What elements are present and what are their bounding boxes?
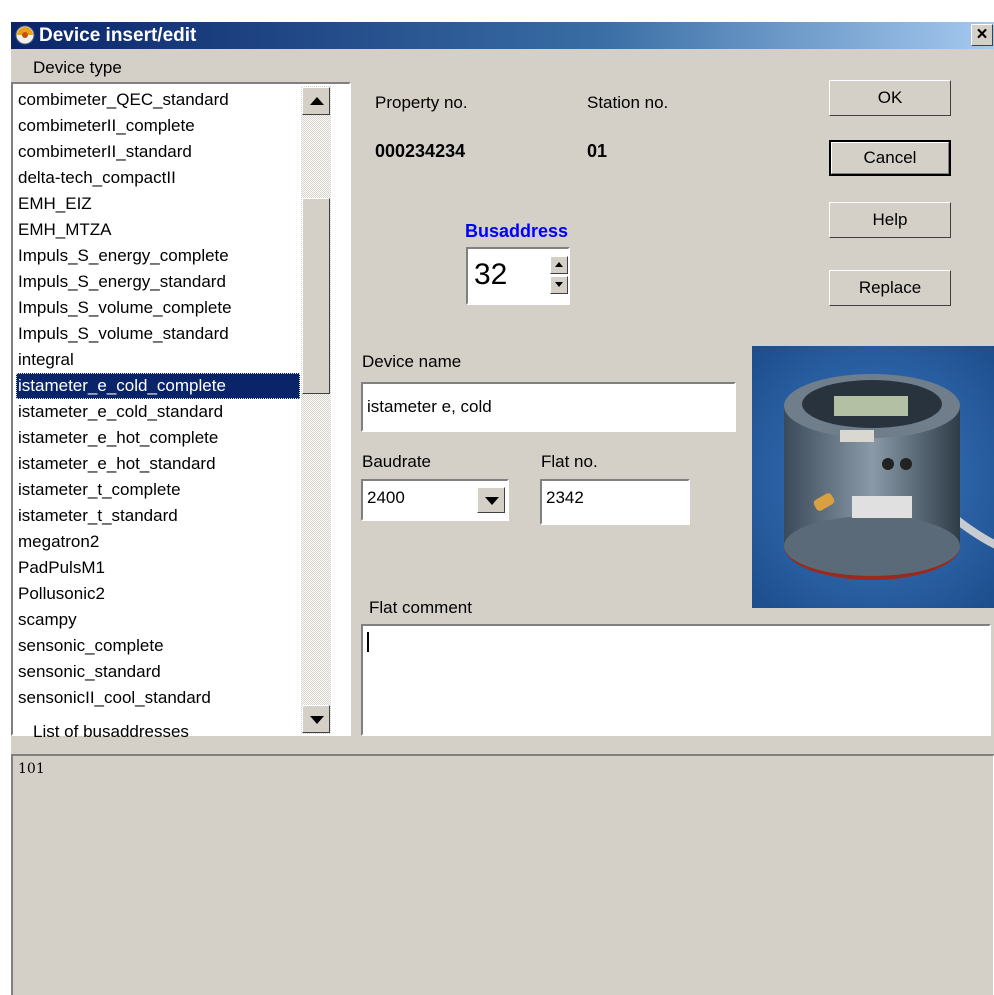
device-type-item[interactable]: sensonic_standard xyxy=(16,659,300,685)
close-button[interactable]: × xyxy=(971,24,993,46)
device-list-scrollbar[interactable] xyxy=(301,86,331,734)
flat-comment-field[interactable] xyxy=(361,624,991,736)
arrow-up-icon xyxy=(310,97,324,105)
baudrate-select[interactable]: 2400 xyxy=(361,479,509,521)
device-type-item[interactable]: megatron2 xyxy=(16,529,300,555)
device-type-item[interactable]: EMH_MTZA xyxy=(16,217,300,243)
device-type-item[interactable]: Impuls_S_energy_standard xyxy=(16,269,300,295)
device-type-item[interactable]: istameter_t_standard xyxy=(16,503,300,529)
close-icon: × xyxy=(976,24,988,45)
device-type-item[interactable]: Impuls_S_volume_standard xyxy=(16,321,300,347)
device-type-item[interactable]: sensonic_complete xyxy=(16,633,300,659)
busaddress-spinner[interactable]: 32 xyxy=(466,247,570,305)
chevron-down-icon xyxy=(485,497,499,505)
device-type-item[interactable]: PadPulsM1 xyxy=(16,555,300,581)
busaddress-listbox[interactable]: 101 xyxy=(11,754,994,995)
arrow-down-icon xyxy=(555,282,563,287)
text-caret xyxy=(367,632,369,652)
device-type-item[interactable]: scampy xyxy=(16,607,300,633)
device-type-item[interactable]: Impuls_S_energy_complete xyxy=(16,243,300,269)
flat-no-value: 2342 xyxy=(546,488,584,507)
device-insert-edit-dialog: Device insert/edit × Device type combime… xyxy=(10,22,994,995)
device-type-item[interactable]: EMH_EIZ xyxy=(16,191,300,217)
busaddress-down-button[interactable] xyxy=(550,276,568,294)
flat-no-field[interactable]: 2342 xyxy=(540,479,690,525)
busaddress-list-item[interactable]: 101 xyxy=(18,760,45,778)
window-title: Device insert/edit xyxy=(39,25,197,46)
property-no-label: Property no. xyxy=(375,93,468,112)
device-type-item[interactable]: istameter_e_cold_standard xyxy=(16,399,300,425)
device-name-value: istameter e, cold xyxy=(367,397,492,416)
baudrate-value: 2400 xyxy=(367,488,405,507)
help-button[interactable]: Help xyxy=(829,202,951,238)
device-type-item[interactable]: combimeter_QEC_standard xyxy=(16,87,300,113)
device-type-item[interactable]: istameter_e_hot_complete xyxy=(16,425,300,451)
busaddress-value[interactable]: 32 xyxy=(474,255,507,295)
device-type-item[interactable]: istameter_e_hot_standard xyxy=(16,451,300,477)
station-no-value: 01 xyxy=(587,141,608,161)
device-type-item[interactable]: integral xyxy=(16,347,300,373)
scroll-thumb[interactable] xyxy=(302,198,330,394)
device-type-item[interactable]: Impuls_S_volume_complete xyxy=(16,295,300,321)
replace-button[interactable]: Replace xyxy=(829,270,951,306)
device-type-item[interactable]: istameter_t_complete xyxy=(16,477,300,503)
busaddress-up-button[interactable] xyxy=(550,256,568,274)
title-bar[interactable]: Device insert/edit × xyxy=(11,22,994,49)
app-icon xyxy=(15,25,35,45)
arrow-up-icon xyxy=(555,262,563,267)
device-type-item[interactable]: combimeterII_complete xyxy=(16,113,300,139)
baudrate-dropdown-button[interactable] xyxy=(477,487,505,513)
device-type-label: Device type xyxy=(33,58,122,77)
device-name-field[interactable]: istameter e, cold xyxy=(361,382,736,432)
station-no-label: Station no. xyxy=(587,93,669,112)
flat-no-label: Flat no. xyxy=(541,452,598,471)
busaddress-list-label: List of busaddresses xyxy=(33,722,189,741)
device-type-item[interactable]: istameter_e_cold_complete xyxy=(16,373,300,399)
device-photo xyxy=(752,346,994,608)
device-type-item[interactable]: sensonicII_cool_standard xyxy=(16,685,300,711)
arrow-down-icon xyxy=(310,716,324,724)
device-type-listbox[interactable]: combimeter_QEC_standard combimeterII_comp… xyxy=(11,82,351,736)
flat-comment-label: Flat comment xyxy=(369,598,472,617)
device-type-item[interactable]: delta-tech_compactII xyxy=(16,165,300,191)
device-type-item[interactable]: combimeterII_standard xyxy=(16,139,300,165)
property-no-value: 000234234 xyxy=(375,141,466,161)
device-name-label: Device name xyxy=(362,352,462,371)
device-type-item[interactable]: Pollusonic2 xyxy=(16,581,300,607)
baudrate-label: Baudrate xyxy=(362,452,431,471)
busaddress-label: Busaddress xyxy=(465,221,569,241)
scroll-down-button[interactable] xyxy=(302,705,330,733)
ok-button[interactable]: OK xyxy=(829,80,951,116)
cancel-button[interactable]: Cancel xyxy=(829,140,951,176)
scroll-up-button[interactable] xyxy=(302,87,330,115)
